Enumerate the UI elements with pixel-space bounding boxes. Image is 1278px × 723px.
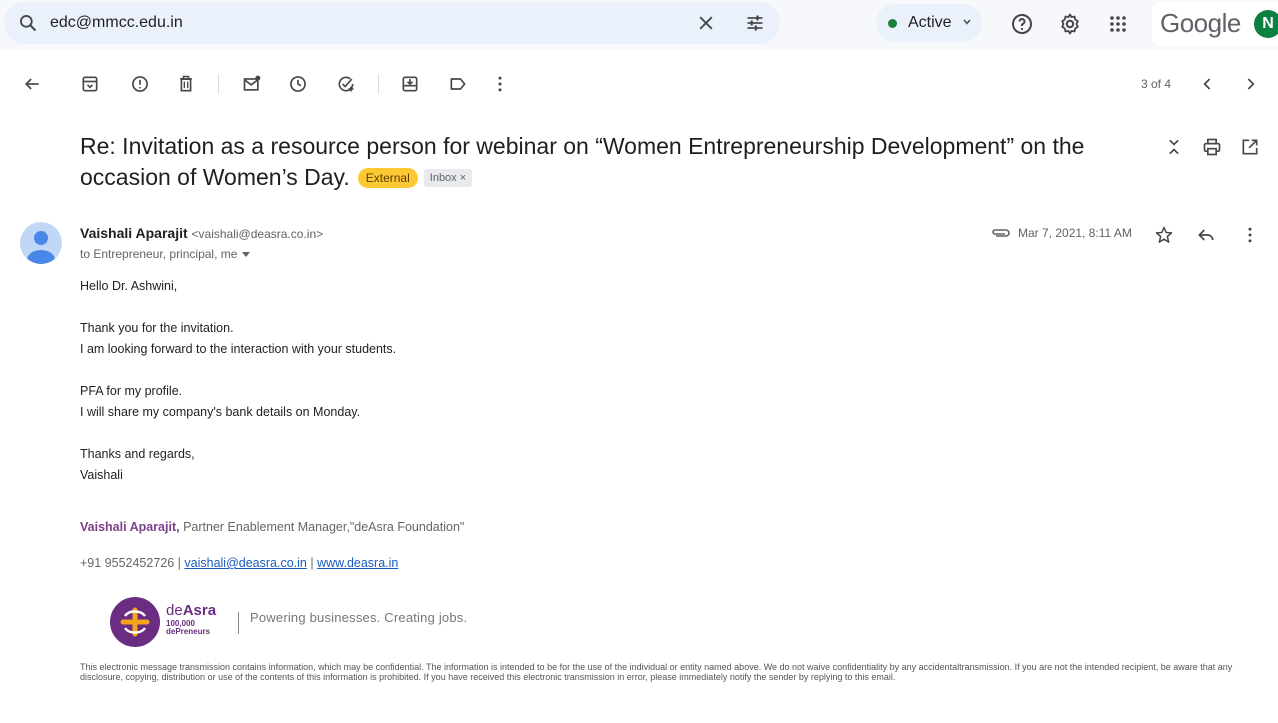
body-closing: Thanks and regards, — [80, 447, 195, 461]
toolbar-divider — [218, 74, 219, 94]
body-paragraph-line: I will share my company's bank details o… — [80, 405, 361, 419]
more-options-icon[interactable] — [490, 74, 510, 94]
recipients-dropdown[interactable]: to Entrepreneur, principal, me — [80, 247, 251, 261]
top-bar: edc@mmcc.edu.in Active Google N — [0, 0, 1278, 50]
remove-label-icon[interactable]: × — [460, 172, 466, 184]
person-icon — [27, 231, 55, 264]
help-icon[interactable] — [1010, 12, 1034, 36]
email-date: Mar 7, 2021, 8:11 AM — [1018, 226, 1132, 240]
body-paragraph-line: I am looking forward to the interaction … — [80, 342, 397, 356]
body-paragraph-line: Thank you for the invitation. — [80, 321, 234, 335]
body-paragraph-line: PFA for my profile. — [80, 384, 183, 398]
search-options-icon[interactable] — [744, 13, 766, 33]
signature-contact-line: +91 9552452726 | vaishali@deasra.co.in |… — [80, 556, 398, 570]
collapse-all-icon[interactable] — [1164, 137, 1184, 157]
attachment-icon — [992, 229, 1010, 237]
search-icon[interactable] — [18, 13, 38, 33]
email-subject: Re: Invitation as a resource person for … — [80, 131, 1140, 193]
logo-subtext: 100,000 dePreneurs — [166, 619, 211, 636]
add-task-icon[interactable] — [336, 74, 356, 94]
body-greeting: Hello Dr. Ashwini, — [80, 279, 178, 293]
caret-down-icon[interactable] — [241, 250, 251, 258]
label-icon[interactable] — [448, 74, 468, 94]
clear-search-icon[interactable] — [696, 13, 716, 33]
logo-divider — [238, 612, 239, 634]
chevron-down-icon — [963, 19, 971, 25]
report-spam-icon[interactable] — [130, 74, 150, 94]
signature-title: Partner Enablement Manager,"deAsra Found… — [179, 520, 465, 534]
chevron-left-icon[interactable] — [1198, 74, 1218, 94]
email-disclaimer: This electronic message transmission con… — [80, 662, 1233, 682]
sender-email: <vaishali@deasra.co.in> — [191, 227, 324, 241]
signature-website-link[interactable]: www.deasra.in — [317, 556, 398, 570]
status-dropdown[interactable]: Active — [876, 4, 982, 42]
search-bar[interactable]: edc@mmcc.edu.in — [4, 2, 780, 44]
print-icon[interactable] — [1202, 137, 1222, 157]
star-icon[interactable] — [1154, 225, 1174, 245]
open-new-window-icon[interactable] — [1240, 137, 1260, 157]
message-more-icon[interactable] — [1240, 225, 1260, 245]
snooze-clock-icon[interactable] — [288, 74, 308, 94]
logo-brand-name: deAsra — [166, 602, 217, 619]
signature-phone: +91 9552452726 | — [80, 556, 185, 570]
inbox-label-text: Inbox — [429, 172, 457, 184]
subject-text: Re: Invitation as a resource person for … — [80, 133, 1085, 190]
signature-tagline: Powering businesses. Creating jobs. — [250, 610, 468, 625]
settings-gear-icon[interactable] — [1058, 12, 1082, 36]
sender-info: Vaishali Aparajit <vaishali@deasra.co.in… — [80, 225, 323, 241]
signature-name: Vaishali Aparajit, — [80, 520, 180, 534]
archive-icon[interactable] — [80, 74, 100, 94]
chevron-right-icon[interactable] — [1240, 74, 1260, 94]
reply-icon[interactable] — [1196, 225, 1216, 245]
sender-avatar[interactable] — [20, 222, 62, 264]
recipients-text: to Entrepreneur, principal, me — [80, 247, 238, 261]
apps-grid-icon[interactable] — [1106, 12, 1130, 36]
move-to-icon[interactable] — [400, 74, 420, 94]
account-avatar[interactable]: N — [1254, 10, 1278, 38]
pagination-count: 3 of 4 — [1141, 77, 1172, 91]
google-logo: Google — [1160, 8, 1241, 38]
toolbar-divider — [378, 74, 379, 94]
external-badge: External — [357, 168, 418, 188]
sender-name[interactable]: Vaishali Aparajit — [80, 225, 188, 241]
deasra-logo-icon — [110, 597, 160, 647]
signature-email-link[interactable]: vaishali@deasra.co.in — [184, 556, 306, 570]
back-arrow-icon[interactable] — [22, 74, 42, 94]
status-label: Active — [908, 14, 952, 31]
status-dot — [888, 19, 897, 28]
signature-separator: | — [306, 556, 318, 570]
signature-title-line: Vaishali Aparajit, Partner Enablement Ma… — [80, 520, 464, 534]
delete-trash-icon[interactable] — [176, 74, 196, 94]
inbox-label-chip[interactable]: Inbox × — [423, 169, 473, 187]
search-input[interactable]: edc@mmcc.edu.in — [50, 14, 183, 32]
mark-unread-icon[interactable] — [242, 74, 262, 94]
body-sign: Vaishali — [80, 468, 123, 482]
